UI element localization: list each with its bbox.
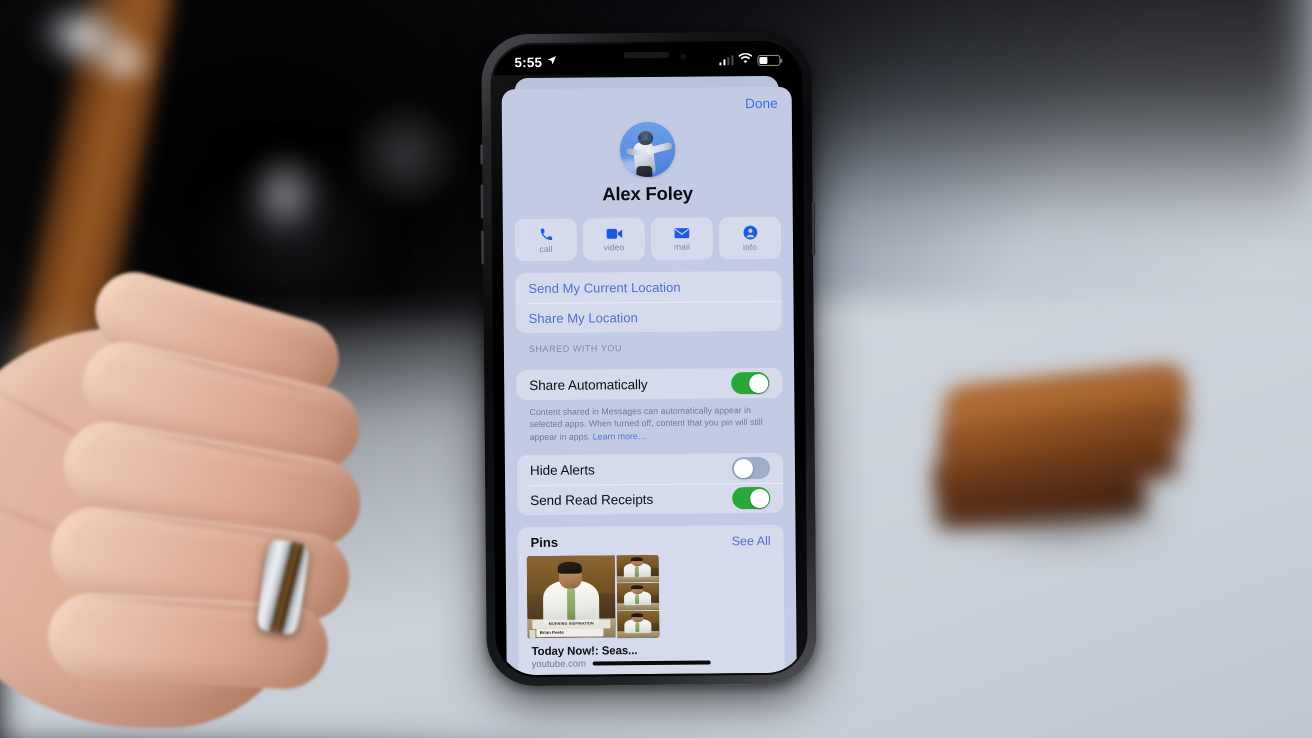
pins-section: Pins See All MORNING INSPIRATION Brian P…: [517, 525, 785, 676]
pin-thumbnail-small: [616, 583, 659, 611]
mail-button-label: mail: [673, 241, 691, 252]
pin-thumbnail-main: MORNING INSPIRATION Brian Peete: [526, 555, 616, 639]
status-bar-clock: 5:55: [514, 54, 543, 70]
shared-with-you-header: SHARED WITH YOU: [528, 343, 623, 355]
location-group: Send My Current Location Share My Locati…: [515, 270, 782, 334]
background-highlight: [225, 130, 345, 260]
share-automatically-toggle[interactable]: [731, 371, 770, 395]
location-arrow-icon: [546, 53, 557, 71]
share-my-location-row[interactable]: Share My Location: [516, 301, 782, 333]
mail-icon: [674, 226, 690, 239]
earpiece-speaker: [623, 51, 670, 59]
call-button[interactable]: call: [514, 218, 578, 262]
share-my-location-label: Share My Location: [528, 309, 638, 326]
share-automatically-group: Share Automatically: [516, 367, 783, 401]
avatar-legs: [635, 165, 652, 178]
pin-item-title: Today Now!: Seas...: [531, 644, 638, 658]
call-button-label: call: [539, 243, 553, 254]
video-icon: [605, 227, 622, 240]
volume-up-button[interactable]: [480, 184, 484, 219]
background-highlight-2: [330, 80, 480, 230]
cellular-signal-icon: [718, 54, 734, 66]
avatar-goggles: [637, 134, 653, 141]
info-button-label: info: [742, 241, 758, 252]
done-button[interactable]: Done: [745, 95, 778, 110]
pin-thumbnail-side-stack: [616, 555, 659, 638]
hide-alerts-row[interactable]: Hide Alerts: [517, 453, 783, 485]
send-current-location-label: Send My Current Location: [528, 279, 681, 296]
send-read-receipts-row[interactable]: Send Read Receipts: [517, 483, 783, 515]
mute-switch[interactable]: [480, 144, 484, 165]
pin-thumbnail-small: [616, 611, 659, 638]
thumbnail-chyron-name: Brian Peete: [536, 628, 604, 637]
alerts-group: Hide Alerts Send Read Receipts: [516, 453, 784, 516]
mail-button[interactable]: mail: [650, 217, 714, 260]
send-read-receipts-label: Send Read Receipts: [530, 491, 654, 508]
hide-alerts-toggle[interactable]: [731, 457, 771, 480]
see-all-button[interactable]: See All: [732, 534, 771, 548]
contact-details-sheet: Done Alex Foley call video mail info Sen…: [501, 86, 797, 676]
learn-more-link[interactable]: Learn more…: [593, 431, 647, 441]
hand-holding-phone: [0, 263, 490, 738]
page-title: Alex Foley: [602, 182, 693, 205]
status-bar-right: [718, 51, 781, 70]
volume-down-button[interactable]: [480, 230, 485, 265]
pinned-link-item[interactable]: MORNING INSPIRATION Brian Peete Today No…: [518, 554, 785, 670]
battery-icon: [757, 54, 781, 66]
hide-alerts-label: Hide Alerts: [529, 462, 595, 478]
video-button[interactable]: video: [582, 218, 646, 261]
contact-profile-header: Alex Foley: [502, 119, 793, 207]
pins-header: Pins See All: [518, 533, 784, 556]
phone-screen: 5:55 Done Alex Foley call video mail inf…: [492, 42, 806, 676]
send-current-location-row[interactable]: Send My Current Location: [515, 271, 781, 303]
thumbnail-chyron-name-text: Brian Peete: [539, 629, 564, 636]
phone-bezel: 5:55 Done Alex Foley call video mail inf…: [490, 40, 808, 678]
share-automatically-label: Share Automatically: [529, 376, 648, 393]
shared-with-you-footnote: Content shared in Messages can automatic…: [504, 398, 794, 444]
video-button-label: video: [603, 241, 625, 252]
phone-icon: [538, 226, 553, 241]
thumbnail-chyron-top: MORNING INSPIRATION: [532, 618, 611, 629]
send-read-receipts-toggle[interactable]: [732, 487, 771, 510]
info-button[interactable]: info: [718, 216, 782, 260]
wifi-icon: [738, 51, 753, 69]
strap-highlight-2: [86, 18, 160, 102]
front-camera: [680, 53, 687, 60]
thumbnail-person-hair: [557, 561, 583, 574]
iphone-device: 5:55 Done Alex Foley call video mail inf…: [480, 31, 817, 687]
status-bar-left: 5:55: [514, 53, 557, 71]
pin-thumbnail-group: MORNING INSPIRATION Brian Peete: [526, 555, 660, 639]
info-icon: [742, 225, 757, 240]
pins-title: Pins: [530, 535, 559, 551]
avatar[interactable]: [619, 121, 675, 178]
share-automatically-row[interactable]: Share Automatically: [516, 368, 782, 400]
sheet-header: Done: [502, 87, 792, 122]
thumbnail-person-tie: [566, 588, 575, 622]
thumbnail-network-logo: [529, 630, 536, 638]
pin-thumbnail-small: [616, 555, 659, 583]
thumbnail-chyron-top-text: MORNING INSPIRATION: [548, 621, 594, 626]
screenshot-stage: 5:55 Done Alex Foley call video mail inf…: [0, 0, 1312, 738]
quick-action-buttons: call video mail info: [503, 204, 793, 262]
power-button[interactable]: [811, 201, 816, 256]
